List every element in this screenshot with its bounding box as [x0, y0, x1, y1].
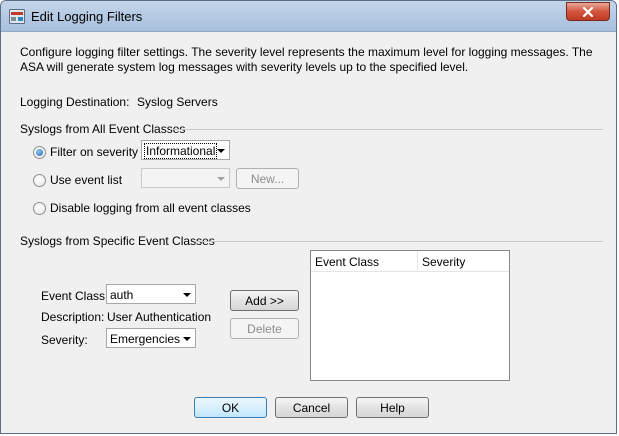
- severity-label: Severity:: [41, 333, 88, 347]
- event-list-select[interactable]: [141, 168, 230, 188]
- column-header-severity[interactable]: Severity: [422, 255, 465, 269]
- severity-level-select[interactable]: Informational: [141, 140, 230, 160]
- edit-logging-filters-dialog: Edit Logging Filters Configure logging f…: [0, 0, 617, 434]
- chevron-down-icon: [183, 337, 191, 341]
- disable-all-logging-radio[interactable]: [33, 202, 46, 215]
- disable-all-logging-label[interactable]: Disable logging from all event classes: [50, 201, 251, 215]
- class-severity-select[interactable]: Emergencies: [106, 328, 196, 348]
- specific-event-classes-heading: Syslogs from Specific Event Classes: [20, 234, 215, 248]
- use-event-list-label[interactable]: Use event list: [50, 173, 122, 187]
- cancel-button[interactable]: Cancel: [275, 397, 348, 418]
- chevron-down-icon: [183, 293, 191, 297]
- event-class-select[interactable]: auth: [106, 284, 196, 304]
- app-icon: [9, 9, 25, 24]
- description-label: Description:: [41, 310, 105, 324]
- column-header-event-class[interactable]: Event Class: [315, 255, 379, 269]
- event-class-value: auth: [110, 288, 134, 302]
- filter-on-severity-radio[interactable]: [33, 146, 46, 159]
- section-divider: [170, 129, 603, 130]
- table-header: Event Class Severity: [311, 251, 509, 272]
- logging-destination-label: Logging Destination:: [20, 95, 130, 109]
- column-divider[interactable]: [417, 251, 418, 272]
- title-bar[interactable]: Edit Logging Filters: [1, 1, 616, 32]
- section-divider: [194, 241, 603, 242]
- chevron-down-icon: [217, 177, 225, 181]
- chevron-down-icon: [217, 149, 225, 153]
- event-class-table[interactable]: Event Class Severity: [310, 250, 510, 381]
- new-event-list-button[interactable]: New...: [236, 168, 299, 189]
- window-title: Edit Logging Filters: [31, 9, 143, 24]
- close-icon: [582, 6, 594, 17]
- add-button[interactable]: Add >>: [230, 290, 299, 311]
- class-severity-value: Emergencies: [110, 332, 181, 346]
- event-class-label: Event Class:: [41, 289, 109, 303]
- all-event-classes-heading: Syslogs from All Event Classes: [20, 122, 186, 136]
- delete-button[interactable]: Delete: [230, 318, 299, 339]
- filter-on-severity-label[interactable]: Filter on severity: [50, 145, 138, 159]
- event-class-description-value: User Authentication: [107, 310, 212, 324]
- logging-destination-value: Syslog Servers: [137, 95, 218, 109]
- help-button[interactable]: Help: [356, 397, 429, 418]
- use-event-list-radio[interactable]: [33, 174, 46, 187]
- close-button[interactable]: [566, 2, 610, 21]
- severity-level-value: Informational: [143, 143, 218, 159]
- ok-button[interactable]: OK: [194, 397, 267, 418]
- description-text: Configure logging filter settings. The s…: [20, 45, 593, 74]
- dialog-body: Configure logging filter settings. The s…: [8, 33, 609, 428]
